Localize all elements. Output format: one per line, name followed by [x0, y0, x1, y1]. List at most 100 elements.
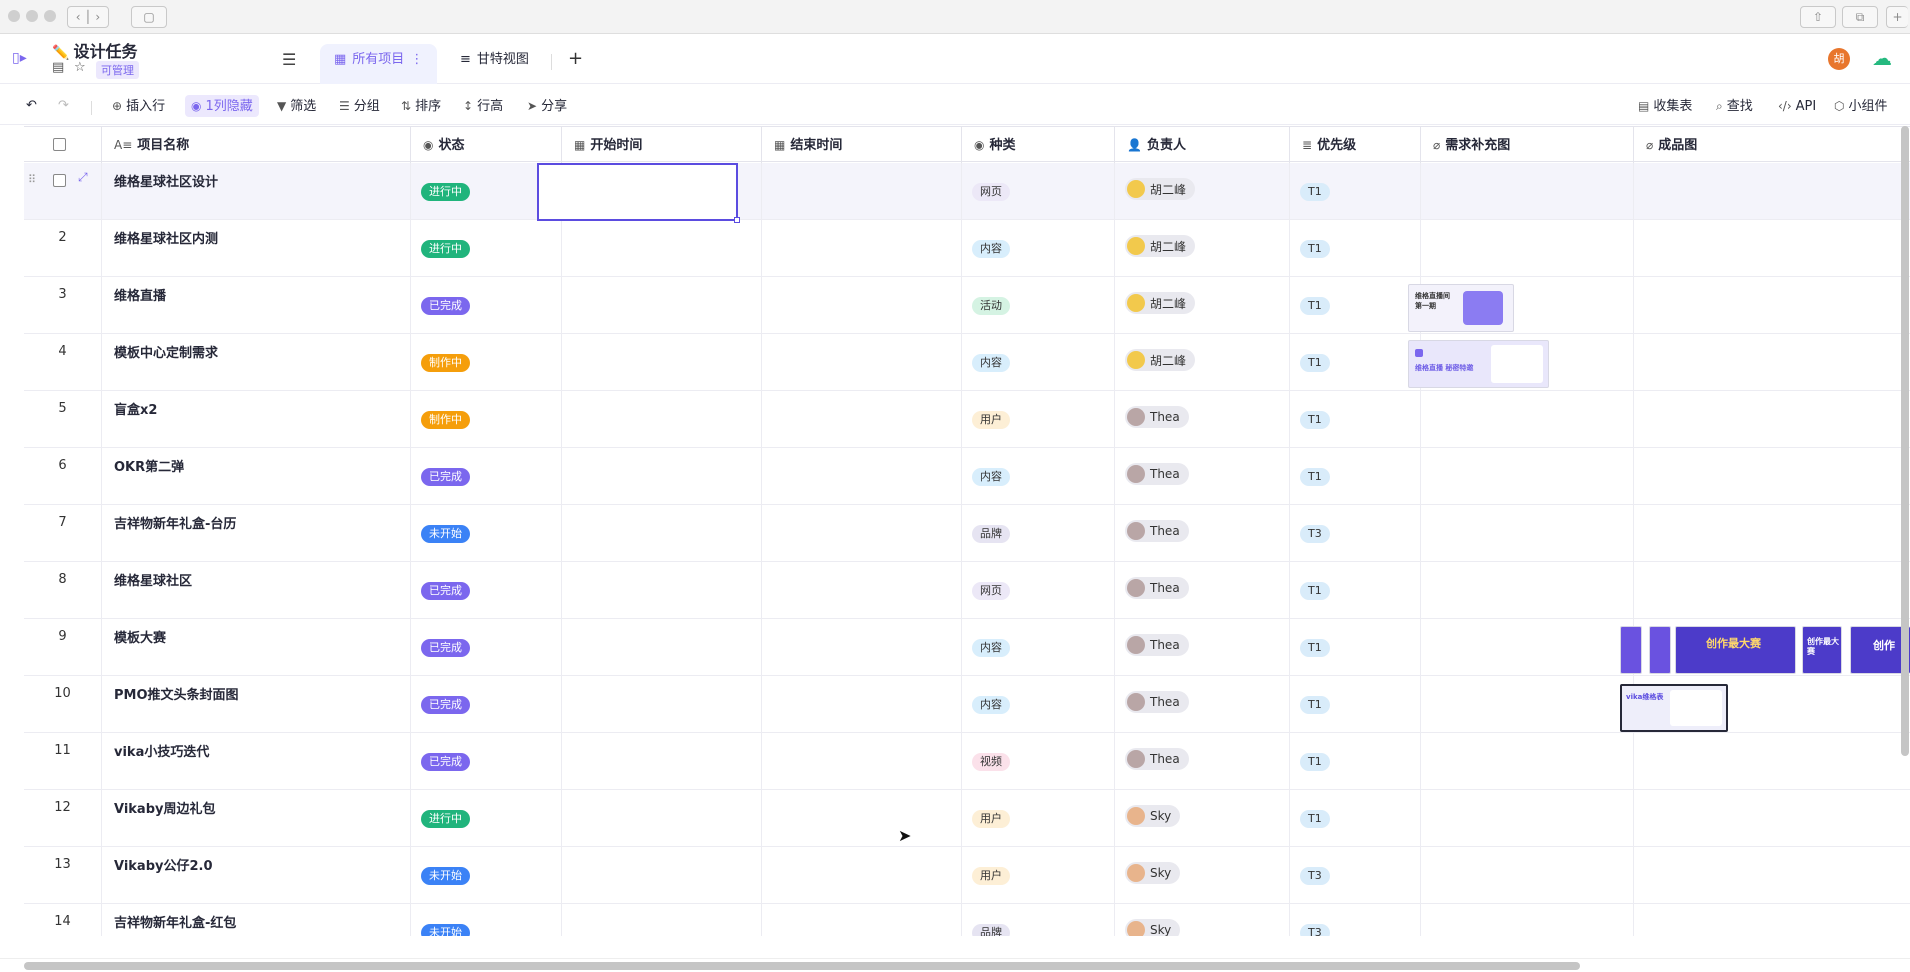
final-image-cell[interactable] [1634, 733, 1910, 790]
end-time-cell[interactable] [762, 562, 962, 619]
row-number-cell[interactable]: 3 [24, 277, 102, 334]
start-time-cell[interactable] [562, 562, 762, 619]
final-image-cell[interactable] [1634, 334, 1910, 391]
project-name-cell[interactable]: vika小技巧迭代 [102, 733, 411, 790]
table-row[interactable]: 6 OKR第二弹 已完成 内容 Thea T1 [24, 448, 1910, 505]
priority-cell[interactable]: T1 [1290, 334, 1421, 391]
start-time-cell[interactable] [562, 847, 762, 904]
select-all-checkbox[interactable] [53, 138, 66, 151]
kind-cell[interactable]: 网页 [962, 163, 1115, 220]
more-vertical-icon[interactable]: ⋮ [410, 52, 423, 67]
row-height-button[interactable]: ↕ 行高 [463, 95, 503, 117]
table-row[interactable]: 5 盲盒x2 制作中 用户 Thea T1 [24, 391, 1910, 448]
row-number-cell[interactable]: 9 [24, 619, 102, 676]
status-cell[interactable]: 未开始 [411, 847, 562, 904]
hidden-columns-button[interactable]: ◉ 1列隐藏 [185, 95, 259, 117]
owner-cell[interactable]: Thea [1115, 448, 1290, 505]
owner-cell[interactable]: 胡二峰 [1115, 334, 1290, 391]
share-button[interactable]: ➤ 分享 [527, 95, 567, 117]
end-time-cell[interactable] [762, 448, 962, 505]
owner-cell[interactable]: Thea [1115, 562, 1290, 619]
column-header-final-image[interactable]: ⌀ 成品图 [1634, 127, 1910, 163]
kind-cell[interactable]: 内容 [962, 220, 1115, 277]
final-image-cell[interactable] [1634, 448, 1910, 505]
status-cell[interactable]: 制作中 [411, 391, 562, 448]
row-number-cell[interactable]: 2 [24, 220, 102, 277]
priority-cell[interactable]: T1 [1290, 733, 1421, 790]
owner-cell[interactable]: 胡二峰 [1115, 163, 1290, 220]
status-cell[interactable]: 已完成 [411, 676, 562, 733]
req-image-cell[interactable] [1421, 448, 1634, 505]
find-button[interactable]: ⌕ 查找 [1716, 95, 1753, 117]
status-cell[interactable]: 进行中 [411, 790, 562, 847]
filter-button[interactable]: ▼ 筛选 [277, 95, 316, 117]
row-number-cell[interactable]: 7 [24, 505, 102, 562]
owner-cell[interactable]: Sky [1115, 904, 1290, 936]
kind-cell[interactable]: 网页 [962, 562, 1115, 619]
final-image-cell[interactable] [1634, 391, 1910, 448]
attachment-thumbnail[interactable]: 维格直播 秘密特邀 [1408, 340, 1549, 388]
start-time-cell[interactable] [562, 733, 762, 790]
drag-handle-icon[interactable]: ⠿ [28, 173, 36, 186]
req-image-cell[interactable] [1421, 505, 1634, 562]
priority-cell[interactable]: T1 [1290, 676, 1421, 733]
view-menu-icon[interactable]: ☰ [282, 50, 296, 69]
final-image-cell[interactable] [1634, 790, 1910, 847]
end-time-cell[interactable] [762, 676, 962, 733]
status-cell[interactable]: 已完成 [411, 619, 562, 676]
priority-cell[interactable]: T1 [1290, 619, 1421, 676]
kind-cell[interactable]: 内容 [962, 676, 1115, 733]
project-name-cell[interactable]: 吉祥物新年礼盒-台历 [102, 505, 411, 562]
table-row[interactable]: 8 维格星球社区 已完成 网页 Thea T1 [24, 562, 1910, 619]
req-image-cell[interactable] [1421, 790, 1634, 847]
column-header-end-time[interactable]: ▦ 结束时间 [762, 127, 962, 163]
forward-arrow-icon[interactable]: › [95, 10, 100, 24]
row-number-cell[interactable]: 10 [24, 676, 102, 733]
priority-cell[interactable]: T1 [1290, 220, 1421, 277]
row-number-cell[interactable]: 8 [24, 562, 102, 619]
attachment-thumbnail[interactable]: 创作最大赛 [1675, 626, 1796, 674]
req-image-cell[interactable] [1421, 220, 1634, 277]
req-image-cell[interactable] [1421, 562, 1634, 619]
end-time-cell[interactable] [762, 505, 962, 562]
expand-record-icon[interactable]: ⤢ [78, 170, 88, 185]
redo-icon[interactable]: ↷ [58, 95, 69, 117]
row-checkbox[interactable] [53, 174, 66, 187]
end-time-cell[interactable] [762, 334, 962, 391]
column-header-status[interactable]: ◉ 状态 [411, 127, 562, 163]
priority-cell[interactable]: T1 [1290, 790, 1421, 847]
final-image-cell[interactable] [1634, 562, 1910, 619]
start-time-cell[interactable] [562, 334, 762, 391]
req-image-cell[interactable] [1421, 619, 1634, 676]
owner-cell[interactable]: Sky [1115, 790, 1290, 847]
start-time-cell[interactable] [562, 277, 762, 334]
fill-handle[interactable] [734, 217, 740, 223]
status-cell[interactable]: 未开始 [411, 904, 562, 936]
start-time-cell[interactable] [562, 619, 762, 676]
status-cell[interactable]: 已完成 [411, 448, 562, 505]
end-time-cell[interactable] [762, 847, 962, 904]
priority-cell[interactable]: T1 [1290, 562, 1421, 619]
owner-cell[interactable]: Sky [1115, 847, 1290, 904]
table-row[interactable]: 13 Vikaby公仔2.0 未开始 用户 Sky T3 [24, 847, 1910, 904]
table-row[interactable]: 2 维格星球社区内测 进行中 内容 胡二峰 T1 [24, 220, 1910, 277]
req-image-cell[interactable] [1421, 733, 1634, 790]
owner-cell[interactable]: Thea [1115, 676, 1290, 733]
priority-cell[interactable]: T3 [1290, 847, 1421, 904]
attachment-thumbnail[interactable] [1620, 626, 1642, 674]
project-name-cell[interactable]: 吉祥物新年礼盒-红包 [102, 904, 411, 936]
user-avatar[interactable]: 胡 [1828, 48, 1850, 70]
start-time-cell[interactable] [562, 505, 762, 562]
table-row[interactable]: 14 吉祥物新年礼盒-红包 未开始 品牌 Sky T3 [24, 904, 1910, 936]
row-number-cell[interactable]: ⠿ ⤢ [24, 163, 102, 220]
final-image-cell[interactable] [1634, 277, 1910, 334]
end-time-cell[interactable] [762, 277, 962, 334]
row-number-cell[interactable]: 6 [24, 448, 102, 505]
row-number-cell[interactable]: 14 [24, 904, 102, 936]
star-icon[interactable]: ☆ [74, 60, 88, 75]
sort-button[interactable]: ⇅ 排序 [401, 95, 441, 117]
owner-cell[interactable]: Thea [1115, 733, 1290, 790]
end-time-cell[interactable] [762, 733, 962, 790]
datasheet-title[interactable]: ✏️ 设计任务 [52, 38, 137, 62]
status-cell[interactable]: 未开始 [411, 505, 562, 562]
